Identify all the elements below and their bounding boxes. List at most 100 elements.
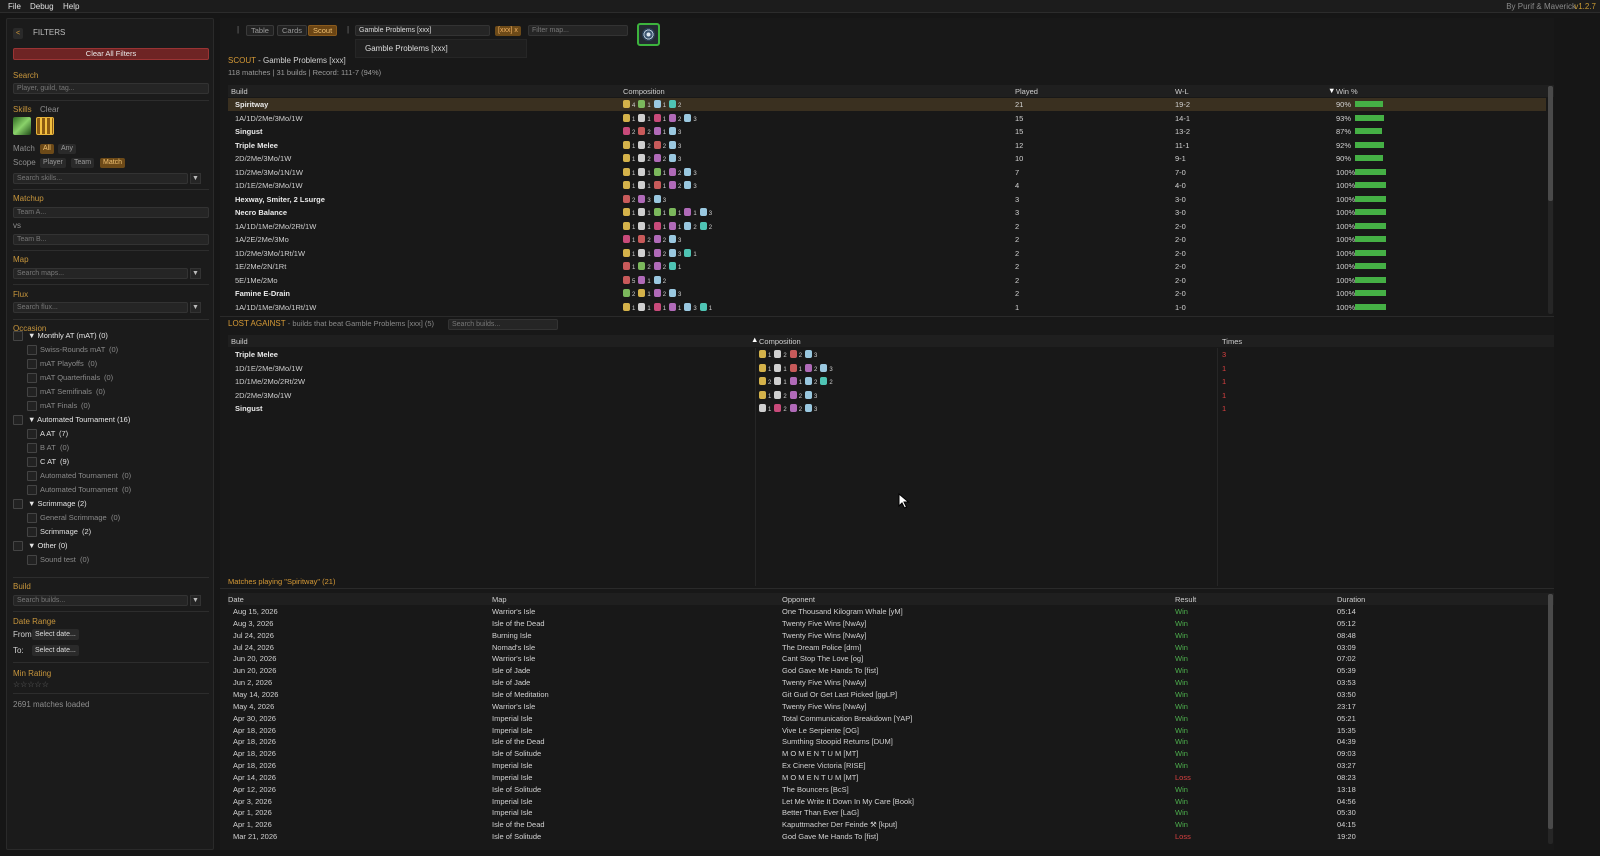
match-row[interactable]: Jun 2, 2026 Isle of Jade Twenty Five Wins … xyxy=(228,677,1546,689)
menu-debug[interactable]: Debug xyxy=(30,2,54,11)
match-row[interactable]: Mar 21, 2026 Isle of Solitude God Gave Me … xyxy=(228,831,1546,843)
team-tag-chip[interactable]: [xxx] x xyxy=(495,26,521,36)
map-dropdown-arrow-icon[interactable]: ▼ xyxy=(190,268,201,279)
match-row[interactable]: Jul 24, 2026 Nomad's Isle The Dream Police… xyxy=(228,642,1546,654)
scope-team-option[interactable]: Team xyxy=(71,158,95,168)
build-row[interactable]: Necro Balance 1 1 1 1 1 3 3 3-0 100% xyxy=(228,206,1546,219)
to-date-picker[interactable]: Select date... xyxy=(32,645,79,656)
occasion-item-checkbox[interactable] xyxy=(27,471,37,481)
build-row[interactable]: Hexway, Smiter, 2 Lsurge 2 3 3 3 3-0 100% xyxy=(228,193,1546,206)
occasion-item-label[interactable]: A AT xyxy=(40,429,55,439)
flux-search-input[interactable]: Search flux... xyxy=(13,302,188,313)
occasion-item-label[interactable]: Sound test xyxy=(40,555,76,565)
occasion-item-checkbox[interactable] xyxy=(27,555,37,565)
matches-scrollbar-thumb[interactable] xyxy=(1548,594,1553,829)
build-row[interactable]: Spiritway 4 1 1 2 21 19-2 90% xyxy=(228,98,1546,111)
build-row[interactable]: 1D/2Me/3Mo/1N/1W 1 1 1 2 3 7 7-0 100% xyxy=(228,166,1546,179)
build-row[interactable]: Singust 2 2 1 3 15 13-2 87% xyxy=(228,125,1546,138)
build-row[interactable]: 1E/2Me/2N/1Rt 1 2 2 1 2 2-0 100% xyxy=(228,260,1546,273)
filter-map-input[interactable]: Filter map... xyxy=(528,25,628,36)
player-search-input[interactable]: Player, guild, tag... xyxy=(13,83,209,94)
col-wl[interactable]: W-L xyxy=(1175,87,1189,96)
build-row[interactable]: Famine E-Drain 2 1 2 3 2 2-0 100% xyxy=(228,287,1546,300)
build-row[interactable]: Triple Melee 1 2 2 3 12 11-1 92% xyxy=(228,139,1546,152)
team-b-input[interactable]: Team B... xyxy=(13,234,209,245)
occasion-item-checkbox[interactable] xyxy=(27,527,37,537)
build-row[interactable]: 1A/2E/2Me/3Mo 1 2 2 3 2 2-0 100% xyxy=(228,233,1546,246)
match-row[interactable]: Aug 3, 2026 Isle of the Dead Twenty Five W… xyxy=(228,618,1546,630)
occasion-group-checkbox[interactable] xyxy=(13,541,23,551)
sort-desc-icon[interactable]: ▼ xyxy=(1328,86,1335,95)
skills-clear-link[interactable]: Clear xyxy=(40,105,59,115)
lost-builds-search-input[interactable]: Search builds... xyxy=(448,319,558,330)
skills-search-input[interactable]: Search skills... xyxy=(13,173,188,184)
match-row[interactable]: Apr 18, 2026 Imperial Isle Vive Le Serpien… xyxy=(228,725,1546,737)
tab-table[interactable]: Table xyxy=(246,25,274,36)
occasion-item-checkbox[interactable] xyxy=(27,345,37,355)
matches-col-date[interactable]: Date xyxy=(228,595,244,604)
occasion-item-label[interactable]: Swiss-Rounds mAT xyxy=(40,345,105,355)
match-row[interactable]: Jun 20, 2026 Isle of Jade God Gave Me Hand… xyxy=(228,665,1546,677)
match-row[interactable]: Apr 18, 2026 Isle of Solitude M O M E N T … xyxy=(228,748,1546,760)
col-played[interactable]: Played xyxy=(1015,87,1038,96)
col-build[interactable]: Build xyxy=(231,87,248,96)
occasion-item-label[interactable]: mAT Playoffs xyxy=(40,359,84,369)
occasion-item-checkbox[interactable] xyxy=(27,401,37,411)
lost-build-row[interactable]: 1D/1Me/2Mo/2Rt/2W 2 1 1 2 2 1 xyxy=(228,375,1554,388)
col-composition[interactable]: Composition xyxy=(623,87,665,96)
occasion-item-checkbox[interactable] xyxy=(27,443,37,453)
build-dropdown-arrow-icon[interactable]: ▼ xyxy=(190,595,201,606)
lost-col-composition[interactable]: Composition xyxy=(759,337,801,346)
occasion-item-checkbox[interactable] xyxy=(27,387,37,397)
match-row[interactable]: Apr 30, 2026 Imperial Isle Total Communica… xyxy=(228,713,1546,725)
occasion-group-label[interactable]: ▼ Automated Tournament (16) xyxy=(28,415,130,425)
occasion-item-label[interactable]: mAT Finals xyxy=(40,401,77,411)
match-row[interactable]: Apr 14, 2026 Imperial Isle M O M E N T U M… xyxy=(228,772,1546,784)
occasion-item-label[interactable]: General Scrimmage xyxy=(40,513,107,523)
build-row[interactable]: 1A/1D/1Me/3Mo/1Rt/1W 1 1 1 1 3 1 1 1-0 100% xyxy=(228,301,1546,314)
refresh-button[interactable] xyxy=(637,23,660,46)
build-row[interactable]: 5E/1Me/2Mo 5 1 2 2 2-0 100% xyxy=(228,274,1546,287)
menu-help[interactable]: Help xyxy=(63,2,79,11)
menu-file[interactable]: File xyxy=(8,2,21,11)
team-search-input[interactable]: Gamble Problems [xxx] xyxy=(355,25,490,36)
from-date-picker[interactable]: Select date... xyxy=(32,629,79,640)
skill-icon-2[interactable] xyxy=(36,117,54,135)
match-row[interactable]: Apr 18, 2026 Isle of the Dead Sumthing Sto… xyxy=(228,736,1546,748)
match-any-option[interactable]: Any xyxy=(58,144,77,154)
team-a-input[interactable]: Team A... xyxy=(13,207,209,218)
match-all-option[interactable]: All xyxy=(40,144,54,154)
builds-scrollbar-thumb[interactable] xyxy=(1548,86,1553,201)
build-search-input[interactable]: Search builds... xyxy=(13,595,188,606)
skills-dropdown-arrow-icon[interactable]: ▼ xyxy=(190,173,201,184)
build-row[interactable]: 1D/2Me/3Mo/1Rt/1W 1 1 2 3 1 2 2-0 100% xyxy=(228,247,1546,260)
tab-scout[interactable]: Scout xyxy=(308,25,338,36)
match-row[interactable]: Apr 1, 2026 Imperial Isle Better Than Ever… xyxy=(228,807,1546,819)
match-row[interactable]: Apr 12, 2026 Isle of Solitude The Bouncers… xyxy=(228,784,1546,796)
occasion-item-checkbox[interactable] xyxy=(27,485,37,495)
occasion-item-label[interactable]: mAT Semifinals xyxy=(40,387,92,397)
occasion-item-label[interactable]: B AT xyxy=(40,443,56,453)
occasion-item-label[interactable]: Scrimmage xyxy=(40,527,78,537)
skill-icon-1[interactable] xyxy=(13,117,31,135)
occasion-item-checkbox[interactable] xyxy=(27,359,37,369)
match-row[interactable]: May 14, 2026 Isle of Meditation Git Gud Or… xyxy=(228,689,1546,701)
match-row[interactable]: Apr 1, 2026 Isle of the Dead Kaputtmacher … xyxy=(228,819,1546,831)
lost-build-row[interactable]: 1D/1E/2Me/3Mo/1W 1 1 1 2 3 1 xyxy=(228,362,1554,375)
sort-asc-icon[interactable]: ▲ xyxy=(751,335,758,344)
lost-build-row[interactable]: Singust 1 2 2 3 1 xyxy=(228,402,1554,415)
occasion-item-label[interactable]: Automated Tournament xyxy=(40,471,118,481)
match-row[interactable]: May 4, 2026 Warrior's Isle Twenty Five Win… xyxy=(228,701,1546,713)
occasion-group-label[interactable]: ▼ Monthly AT (mAT) (0) xyxy=(28,331,108,341)
map-search-input[interactable]: Search maps... xyxy=(13,268,188,279)
scope-match-option[interactable]: Match xyxy=(100,158,126,168)
collapse-sidebar-button[interactable]: < xyxy=(13,28,24,39)
build-row[interactable]: 1A/1D/1Me/2Mo/2Rt/1W 1 1 1 1 2 2 2 2-0 100% xyxy=(228,220,1546,233)
team-dropdown-item[interactable]: Gamble Problems [xxx] xyxy=(365,44,448,54)
flux-dropdown-arrow-icon[interactable]: ▼ xyxy=(190,302,201,313)
build-row[interactable]: 1D/1E/2Me/3Mo/1W 1 1 1 2 3 4 4-0 100% xyxy=(228,179,1546,192)
occasion-item-checkbox[interactable] xyxy=(27,373,37,383)
occasion-group-checkbox[interactable] xyxy=(13,331,23,341)
build-row[interactable]: 2D/2Me/3Mo/1W 1 2 2 3 10 9-1 90% xyxy=(228,152,1546,165)
lost-build-row[interactable]: 2D/2Me/3Mo/1W 1 2 2 3 1 xyxy=(228,389,1554,402)
